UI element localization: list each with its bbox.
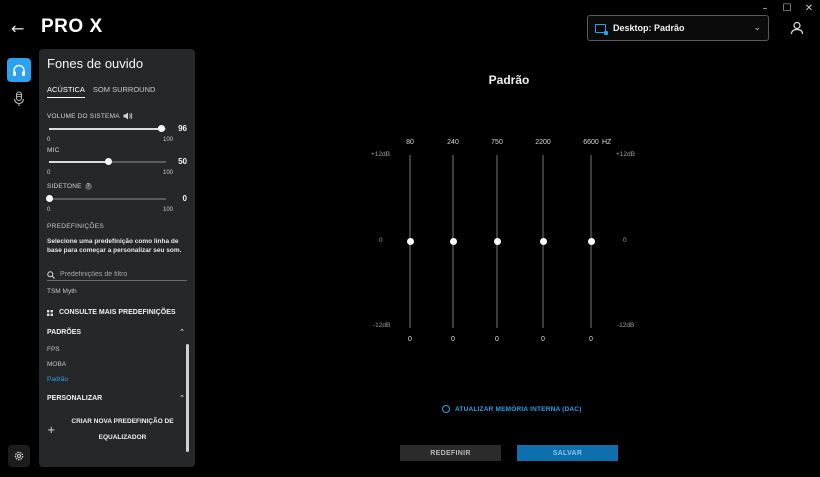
back-arrow-icon[interactable]: ← <box>11 20 29 38</box>
custom-section-header[interactable]: PERSONALIZAR ⌃ <box>47 394 185 402</box>
range-min: 0 <box>47 170 51 176</box>
custom-heading: PERSONALIZAR <box>47 394 103 402</box>
more-presets-link[interactable]: CONSULTE MAIS PREDEFINIÇÕES <box>47 309 176 316</box>
maximize-button[interactable]: ☐ <box>776 0 798 16</box>
system-volume-label: VOLUME DO SISTEMA <box>47 112 120 120</box>
band-2200-gain: 0 <box>541 336 545 343</box>
create-preset-label: CRIAR NOVA PREDEFINIÇÃO DE EQUALIZADOR <box>71 418 174 441</box>
sidetone-slider[interactable] <box>46 195 166 202</box>
preset-filter <box>47 269 187 281</box>
band-6600-freq: 6600 <box>583 139 599 146</box>
mic-value: 50 <box>178 157 187 166</box>
band-80-gain: 0 <box>408 336 412 343</box>
system-volume-range: 0 100 <box>47 137 173 143</box>
db-bottom-left: -12dB <box>373 322 391 329</box>
band-240-gain: 0 <box>451 336 455 343</box>
help-icon[interactable]: ? <box>84 183 92 190</box>
db-bottom-right: -12dB <box>617 322 635 329</box>
update-firmware-link[interactable]: ATUALIZAR MEMÓRIA INTERNA (DAC) <box>442 405 582 413</box>
mic-label: MIC <box>47 147 60 154</box>
band-240-freq: 240 <box>447 139 459 146</box>
preset-filter-input[interactable] <box>60 271 180 278</box>
range-max: 100 <box>162 207 173 213</box>
preset-item-default[interactable]: Padrão <box>47 376 68 383</box>
device-brand-title: PRO X <box>41 16 103 37</box>
microphone-icon <box>13 91 25 106</box>
db-top-right: +12dB <box>616 151 635 158</box>
sidetone-range: 0 100 <box>47 207 173 213</box>
user-icon[interactable] <box>790 21 804 35</box>
band-6600-handle[interactable] <box>587 238 595 245</box>
system-volume-label-row: VOLUME DO SISTEMA <box>47 112 133 120</box>
speaker-icon <box>123 112 133 120</box>
chevron-up-icon: ⌃ <box>179 394 185 402</box>
save-button[interactable]: SALVAR <box>517 445 618 461</box>
reset-button[interactable]: REDEFINIR <box>400 445 501 461</box>
plus-icon: + <box>47 424 56 436</box>
minimize-button[interactable]: – <box>754 0 776 16</box>
microphone-tab-button[interactable] <box>7 87 31 111</box>
system-volume-fill <box>49 128 162 130</box>
device-profile-label: Desktop: Padrão <box>613 23 685 33</box>
acoustics-panel: Fones de ouvido ACÚSTICA SOM SURROUND VO… <box>39 49 195 467</box>
mic-fill <box>49 161 108 163</box>
mic-label-text: MIC <box>47 147 60 154</box>
update-icon <box>442 405 450 413</box>
db-mid-left: 0 <box>379 237 383 244</box>
presets-description: Selecione uma predefinição como linha de… <box>47 238 182 254</box>
search-icon <box>47 270 55 279</box>
range-max: 100 <box>162 170 173 176</box>
preset-item-fps[interactable]: FPS <box>47 346 60 353</box>
band-750-handle[interactable] <box>493 238 501 245</box>
range-max: 100 <box>162 137 173 143</box>
band-80-freq: 80 <box>406 139 414 146</box>
more-presets-label: CONSULTE MAIS PREDEFINIÇÕES <box>59 309 176 316</box>
mic-range: 0 100 <box>47 170 173 176</box>
panel-title: Fones de ouvido <box>47 56 144 71</box>
mic-slider[interactable] <box>49 158 166 165</box>
settings-button[interactable] <box>8 445 30 467</box>
chevron-up-icon: ⌃ <box>179 328 185 336</box>
preset-list-scrollbar[interactable] <box>186 344 189 452</box>
device-profile-select[interactable]: Desktop: Padrão ⌄ <box>587 15 769 41</box>
create-preset-button[interactable]: + CRIAR NOVA PREDEFINIÇÃO DE EQUALIZADOR <box>47 414 185 446</box>
sidetone-value: 0 <box>182 194 187 203</box>
presets-heading: PREDEFINIÇÕES <box>47 223 104 230</box>
band-80-handle[interactable] <box>406 238 414 245</box>
band-2200-handle[interactable] <box>539 238 547 245</box>
preset-item-partial[interactable]: TSM Myth <box>47 288 77 295</box>
system-volume-handle[interactable] <box>158 125 166 132</box>
db-mid-right: 0 <box>623 237 627 244</box>
desktop-icon <box>595 23 608 35</box>
band-750-gain: 0 <box>495 336 499 343</box>
equalizer-title: Padrão <box>488 73 530 87</box>
defaults-heading: PADRÕES <box>47 328 82 336</box>
grid-icon <box>47 309 53 316</box>
system-volume-value: 96 <box>178 124 187 133</box>
close-button[interactable]: ✕ <box>798 0 820 16</box>
sidetone-handle[interactable] <box>46 195 53 202</box>
band-2200-freq: 2200 <box>535 139 551 146</box>
window-controls: – ☐ ✕ <box>754 0 820 16</box>
update-firmware-label: ATUALIZAR MEMÓRIA INTERNA (DAC) <box>455 405 582 413</box>
db-top-left: +12dB <box>371 151 390 158</box>
gear-icon <box>14 451 24 461</box>
sidetone-label-row: SIDETONE ? <box>47 183 92 190</box>
band-750-freq: 750 <box>491 139 503 146</box>
band-240-handle[interactable] <box>449 238 457 245</box>
band-6600-gain: 0 <box>589 336 593 343</box>
chevron-down-icon: ⌄ <box>753 23 761 33</box>
sidetone-label: SIDETONE <box>47 183 82 190</box>
preset-item-moba[interactable]: MOBA <box>47 361 66 368</box>
range-min: 0 <box>47 137 51 143</box>
system-volume-slider[interactable] <box>49 125 166 132</box>
range-min: 0 <box>47 207 51 213</box>
mic-handle[interactable] <box>104 158 112 165</box>
defaults-section-header[interactable]: PADRÕES ⌃ <box>47 328 185 336</box>
